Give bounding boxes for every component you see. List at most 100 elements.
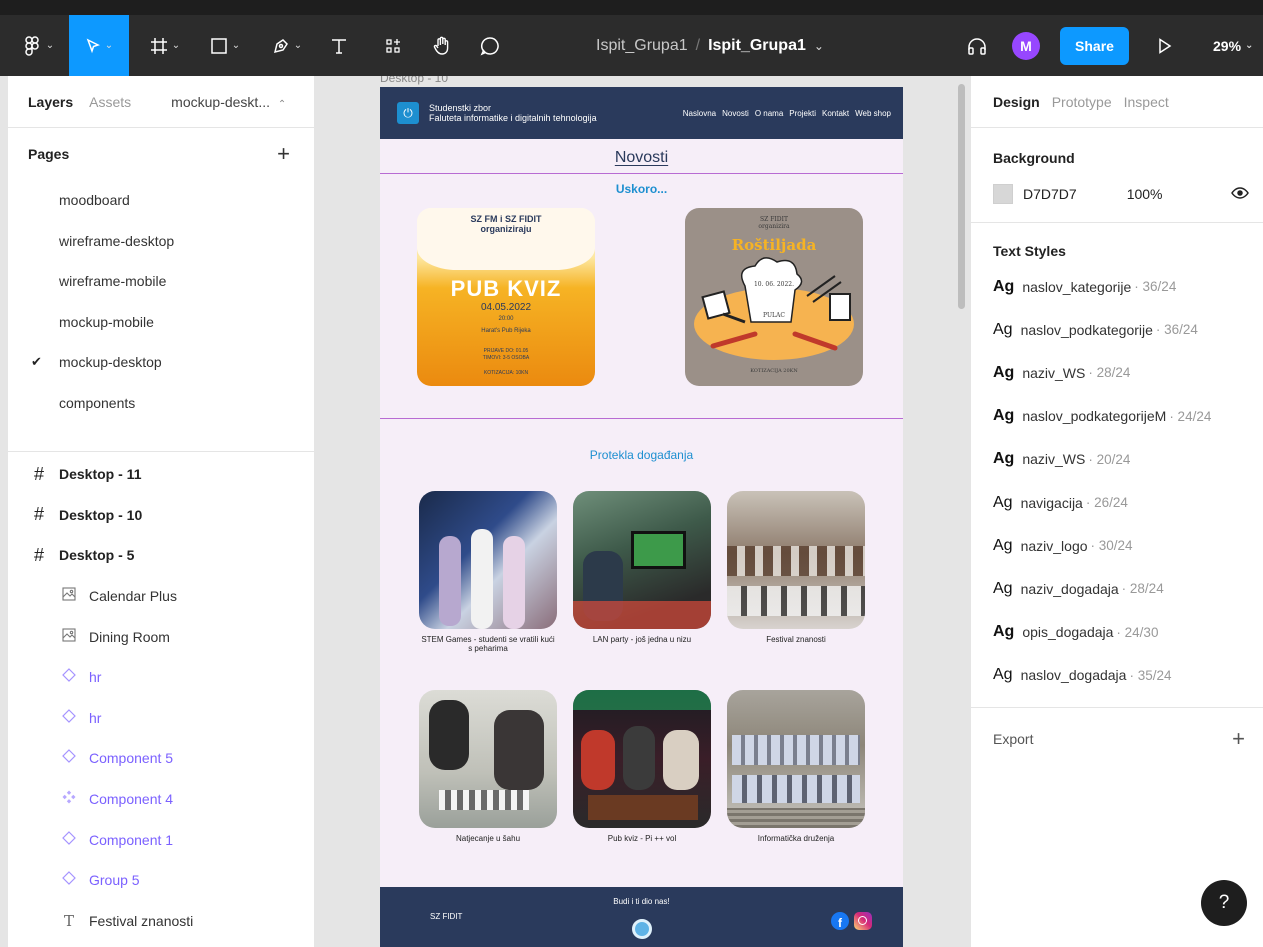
- footer-brand: SZ FIDIT: [430, 912, 463, 921]
- layer-item-label: hr: [89, 669, 102, 686]
- component-icon: [58, 790, 80, 808]
- design-panel: Design Prototype Inspect Background D7D7…: [971, 76, 1263, 947]
- tab-assets[interactable]: Assets: [89, 94, 131, 110]
- page-item-moodboard[interactable]: moodboard: [8, 180, 314, 221]
- layer-item-label: hr: [89, 709, 102, 726]
- desktop-frame[interactable]: ⏻ Studenstki zbor Faluteta informatike i…: [380, 87, 903, 947]
- background-hex-input[interactable]: D7D7D7: [1023, 186, 1077, 202]
- layer-item-desktop-11[interactable]: # Desktop - 11: [8, 454, 314, 495]
- chevron-down-icon[interactable]: ⌄: [814, 39, 824, 53]
- layer-item-label: Desktop - 11: [59, 466, 142, 483]
- page-item-mockup-mobile[interactable]: mockup-mobile: [8, 302, 314, 343]
- page-item-wireframe-desktop[interactable]: wireframe-desktop: [8, 221, 314, 262]
- event-card: STEM Games - studenti se vratili kući s …: [419, 491, 557, 653]
- page-item-components[interactable]: components: [8, 383, 314, 424]
- shape-tool-button[interactable]: ⌄: [200, 15, 250, 76]
- page-item-mockup-desktop[interactable]: ✔ mockup-desktop: [8, 342, 314, 383]
- file-title[interactable]: Ispit_Grupa1 / Ispit_Grupa1 ⌄: [596, 15, 824, 76]
- gaming-photo: [573, 491, 711, 629]
- site-footer: SZ FIDIT Budi i ti dio nas! f: [380, 887, 903, 947]
- layer-item-group-5[interactable]: Group 5: [8, 860, 314, 901]
- layer-item-component-5[interactable]: Component 5: [8, 738, 314, 779]
- text-style-naziv-ws[interactable]: Ag naziv_WS · 20/24: [971, 438, 1263, 481]
- chess-photo: [419, 690, 557, 828]
- text-style-opis-dogadaja[interactable]: Ag opis_dogadaja · 24/30: [971, 611, 1263, 654]
- move-tool-icon: [85, 37, 101, 54]
- upcoming-title: Uskoro...: [615, 182, 668, 196]
- pub-poster-header: SZ FM i SZ FIDIT organiziraju: [417, 214, 595, 234]
- hand-tool-button[interactable]: [424, 15, 460, 76]
- tab-inspect[interactable]: Inspect: [1124, 94, 1169, 110]
- present-button[interactable]: [1150, 15, 1180, 76]
- text-style-size: · 26/24: [1085, 495, 1128, 511]
- layer-item-component-1[interactable]: Component 1: [8, 819, 314, 860]
- resources-button[interactable]: [376, 15, 410, 76]
- figma-menu-button[interactable]: ⌄: [14, 15, 64, 76]
- layer-item-label: Calendar Plus: [89, 588, 177, 605]
- text-style-naziv-dogadaja[interactable]: Ag naziv_dogadaja · 28/24: [971, 567, 1263, 610]
- layer-item-desktop-5[interactable]: # Desktop - 5: [8, 535, 314, 576]
- frame-tool-button[interactable]: ⌄: [140, 15, 190, 76]
- text-style-preview: Ag: [993, 623, 1015, 641]
- current-page-label: mockup-deskt...: [171, 93, 270, 110]
- layer-item-festival-znanosti[interactable]: T Festival znanosti: [8, 901, 314, 942]
- chevron-up-icon: ⌃: [277, 98, 287, 110]
- tab-prototype[interactable]: Prototype: [1052, 94, 1112, 110]
- file-name[interactable]: Ispit_Grupa1: [708, 37, 806, 55]
- current-page-dropdown[interactable]: mockup-deskt... ⌃: [171, 94, 286, 110]
- event-card: LAN party - još jedna u nizu: [573, 491, 711, 644]
- background-opacity-input[interactable]: 100%: [1127, 186, 1163, 202]
- avatar[interactable]: M: [1012, 32, 1040, 60]
- text-style-naziv-logo[interactable]: Ag naziv_logo · 30/24: [971, 524, 1263, 567]
- chevron-down-icon: ⌄: [171, 40, 181, 51]
- move-tool-button[interactable]: ⌄: [69, 15, 129, 76]
- pen-tool-button[interactable]: ⌄: [262, 15, 312, 76]
- text-style-naziv-ws[interactable]: Ag naziv_WS · 28/24: [971, 351, 1263, 394]
- text-style-naslov-dogadaja[interactable]: Ag naslov_dogadaja · 35/24: [971, 654, 1263, 697]
- pen-tool-icon: [272, 37, 290, 55]
- zoom-dropdown[interactable]: 29% ⌄: [1213, 15, 1253, 76]
- frame-icon: #: [33, 463, 44, 484]
- add-export-icon[interactable]: +: [1232, 726, 1245, 752]
- text-style-navigacija[interactable]: Ag navigacija · 26/24: [971, 481, 1263, 524]
- frame-icon: #: [33, 504, 44, 525]
- audio-button[interactable]: [960, 15, 994, 76]
- resources-icon: [385, 38, 401, 54]
- page-item-label: wireframe-desktop: [59, 232, 175, 249]
- text-tool-button[interactable]: [322, 15, 356, 76]
- grill-poster-title: Roštiljada: [731, 236, 817, 254]
- frame-label[interactable]: Desktop - 10: [380, 76, 448, 85]
- grill-illustration-icon: [694, 257, 854, 360]
- canvas[interactable]: Desktop - 10 ⏻ Studenstki zbor Faluteta …: [314, 76, 971, 947]
- share-button[interactable]: Share: [1060, 27, 1129, 65]
- add-page-icon[interactable]: +: [277, 141, 290, 167]
- text-style-naslov-kategorije[interactable]: Ag naslov_kategorije · 36/24: [971, 265, 1263, 308]
- page-item-label: components: [59, 394, 136, 411]
- background-color-swatch[interactable]: [993, 184, 1013, 204]
- tab-design[interactable]: Design: [993, 94, 1040, 110]
- tab-layers[interactable]: Layers: [28, 94, 73, 110]
- play-icon: [1158, 37, 1172, 54]
- zoom-level: 29%: [1213, 37, 1242, 54]
- page-item-wireframe-mobile[interactable]: wireframe-mobile: [8, 261, 314, 302]
- layer-item-hr[interactable]: hr: [8, 698, 314, 739]
- project-name[interactable]: Ispit_Grupa1: [596, 37, 688, 55]
- help-button[interactable]: ?: [1201, 880, 1247, 926]
- text-styles-list: Ag naslov_kategorije · 36/24 Ag naslov_podka…: [971, 265, 1263, 697]
- event-caption: Pub kviz - Pi ++ vol: [607, 834, 677, 843]
- pub-poster-venue: Harat's Pub Rijeka: [481, 328, 531, 334]
- comment-button[interactable]: [472, 15, 508, 76]
- layer-item-desktop-10[interactable]: # Desktop - 10: [8, 495, 314, 536]
- text-style-size: · 35/24: [1129, 667, 1172, 683]
- layer-item-dining-room[interactable]: Dining Room: [8, 616, 314, 657]
- text-style-naslov-podkategorijem[interactable]: Ag naslov_podkategorijeM · 24/24: [971, 395, 1263, 438]
- text-style-naslov-podkategorije[interactable]: Ag naslov_podkategorije · 36/24: [971, 308, 1263, 351]
- layer-item-calendar-plus[interactable]: Calendar Plus: [8, 576, 314, 617]
- layer-item-hr[interactable]: hr: [8, 657, 314, 698]
- image-icon: [58, 587, 80, 605]
- eye-icon[interactable]: [1231, 186, 1249, 202]
- grill-poster-header: SZ FIDIT organizira: [685, 216, 863, 230]
- layer-item-component-4[interactable]: Component 4: [8, 779, 314, 820]
- canvas-scrollbar[interactable]: [958, 84, 965, 309]
- event-caption: STEM Games - studenti se vratili kući s …: [421, 635, 555, 653]
